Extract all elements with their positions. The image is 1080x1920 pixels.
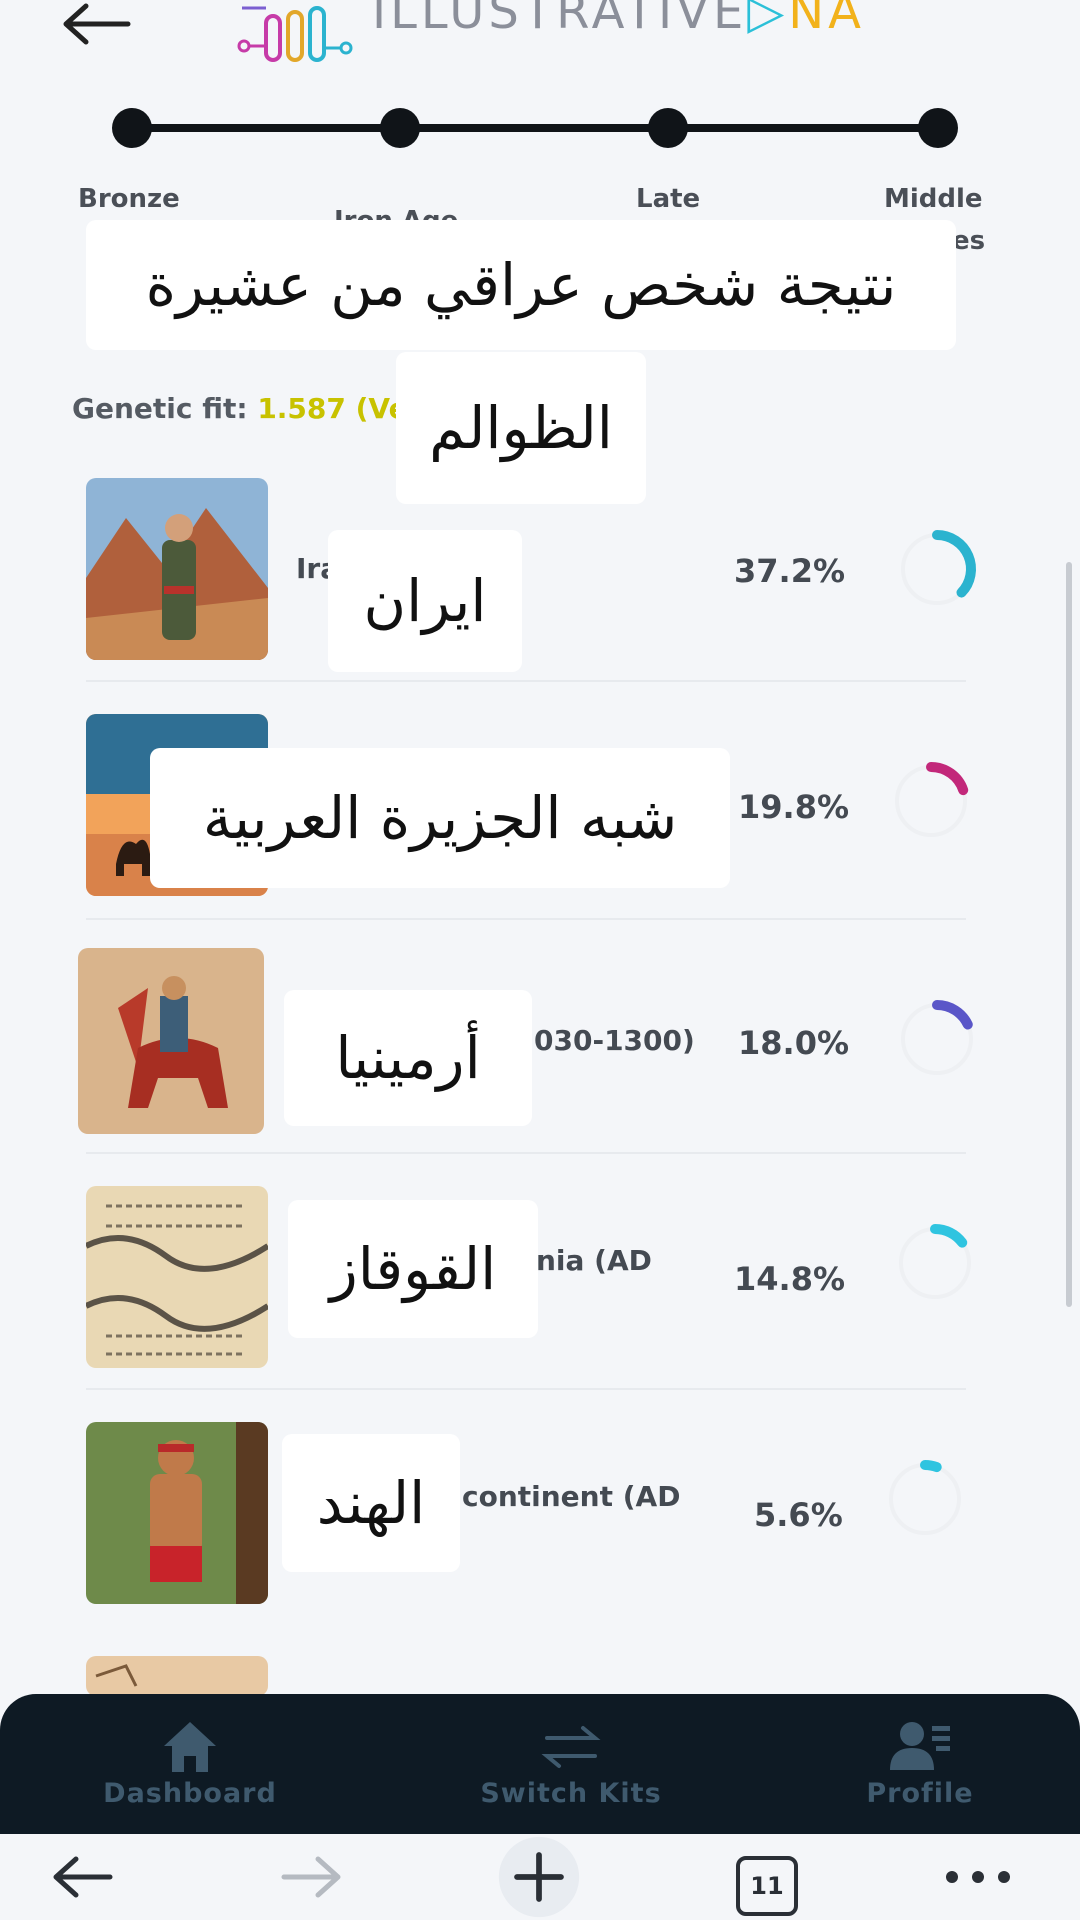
app-screen: ILLUSTRATIVE▷NA Bronze Iron Age Late Mid… [0,0,1080,1920]
scrollbar[interactable] [1066,562,1072,1307]
title-overlay-line2: الظوالم [396,352,646,504]
row-overlay-text-3: أرمينيا [335,1024,481,1092]
row-pct-3: 18.0% [738,1024,850,1062]
row-overlay-iran: ايران [328,530,522,672]
row-overlay-armenia: أرمينيا [284,990,532,1126]
genetic-fit: Genetic fit: 1.587 (Ver [72,392,421,425]
title-line1: نتيجة شخص عراقي من عشيرة [145,251,897,319]
logo-text: ILLUSTRATIVE▷NA [372,0,865,40]
nav-dashboard[interactable]: Dashboard [90,1694,290,1834]
row-pct-1: 37.2% [734,552,846,590]
row-pct-2: 19.8% [738,788,850,826]
title-line2: الظوالم [429,394,613,462]
row-label-3: 030-1300) [534,1024,695,1057]
row-divider [86,918,966,920]
row-overlay-text-4: القوقاز [329,1235,497,1303]
timeline-track [132,124,938,132]
timeline-label-middle-wrap: es [952,226,986,256]
nav-dashboard-label: Dashboard [103,1778,277,1809]
back-arrow-icon[interactable] [62,2,132,46]
browser-forward-icon[interactable] [276,1842,346,1912]
timeline-dot-iron-age[interactable] [380,108,420,148]
row-divider [86,1152,966,1154]
nav-profile-label: Profile [866,1778,974,1809]
browser-back-icon[interactable] [48,1842,118,1912]
row-overlay-text-5: الهند [316,1469,426,1537]
row-overlay-arabia: شبه الجزيرة العربية [150,748,730,888]
title-overlay-line1: نتيجة شخص عراقي من عشيرة [86,220,956,350]
row-overlay-caucasus: القوقاز [288,1200,538,1338]
ring-arc [932,1000,973,1030]
browser-toolbar [0,1834,1080,1920]
row-thumb-iran[interactable] [86,478,268,660]
timeline-dot-late[interactable] [648,108,688,148]
row-label-5: continent (AD [462,1480,681,1513]
ring-arc [932,530,976,598]
nav-switch-kits[interactable]: Switch Kits [468,1694,674,1834]
nav-switch-kits-label: Switch Kits [480,1778,662,1809]
ring-arc [926,762,969,796]
row-divider [86,1388,966,1390]
row-thumb-caucasus[interactable] [86,1186,268,1368]
timeline-dot-bronze[interactable] [112,108,152,148]
switch-arrows-icon [541,1726,601,1768]
logo-icon [237,6,353,62]
nav-profile[interactable]: Profile [842,1694,998,1834]
bottom-nav: Dashboard Switch Kits Profile [0,1694,1080,1834]
row-divider [86,680,966,682]
tab-count-button[interactable]: 11 [736,1856,798,1916]
row-pct-5: 5.6% [754,1496,843,1534]
ring-track [889,1463,961,1535]
timeline-label-middle: Middle [884,184,983,214]
row-overlay-text-1: ايران [363,567,487,635]
row-label-4: nia (AD [536,1244,652,1277]
percentage-ring-4 [899,1224,971,1299]
home-icon [164,1722,216,1772]
row-pct-4: 14.8% [734,1260,846,1298]
row-overlay-text-2: شبه الجزيرة العربية [202,784,678,852]
profile-icon [890,1722,950,1770]
row-thumb-partial[interactable] [86,1656,268,1696]
timeline-label-bronze: Bronze [78,184,180,214]
timeline-dot-middle[interactable] [918,108,958,148]
genetic-fit-label: Genetic fit: [72,392,248,425]
percentage-ring-1 [901,530,976,605]
row-thumb-armenia[interactable] [78,948,264,1134]
timeline-label-late: Late [636,184,701,214]
ring-arc [920,1459,942,1473]
percentage-ring-5 [889,1459,961,1535]
ring-arc [930,1224,968,1248]
row-thumb-india[interactable] [86,1422,268,1604]
percentage-ring-2 [895,762,969,837]
percentage-ring-3 [901,1000,973,1075]
more-menu-icon[interactable] [938,1842,1018,1912]
new-tab-icon[interactable] [494,1834,584,1920]
row-overlay-india: الهند [282,1434,460,1572]
